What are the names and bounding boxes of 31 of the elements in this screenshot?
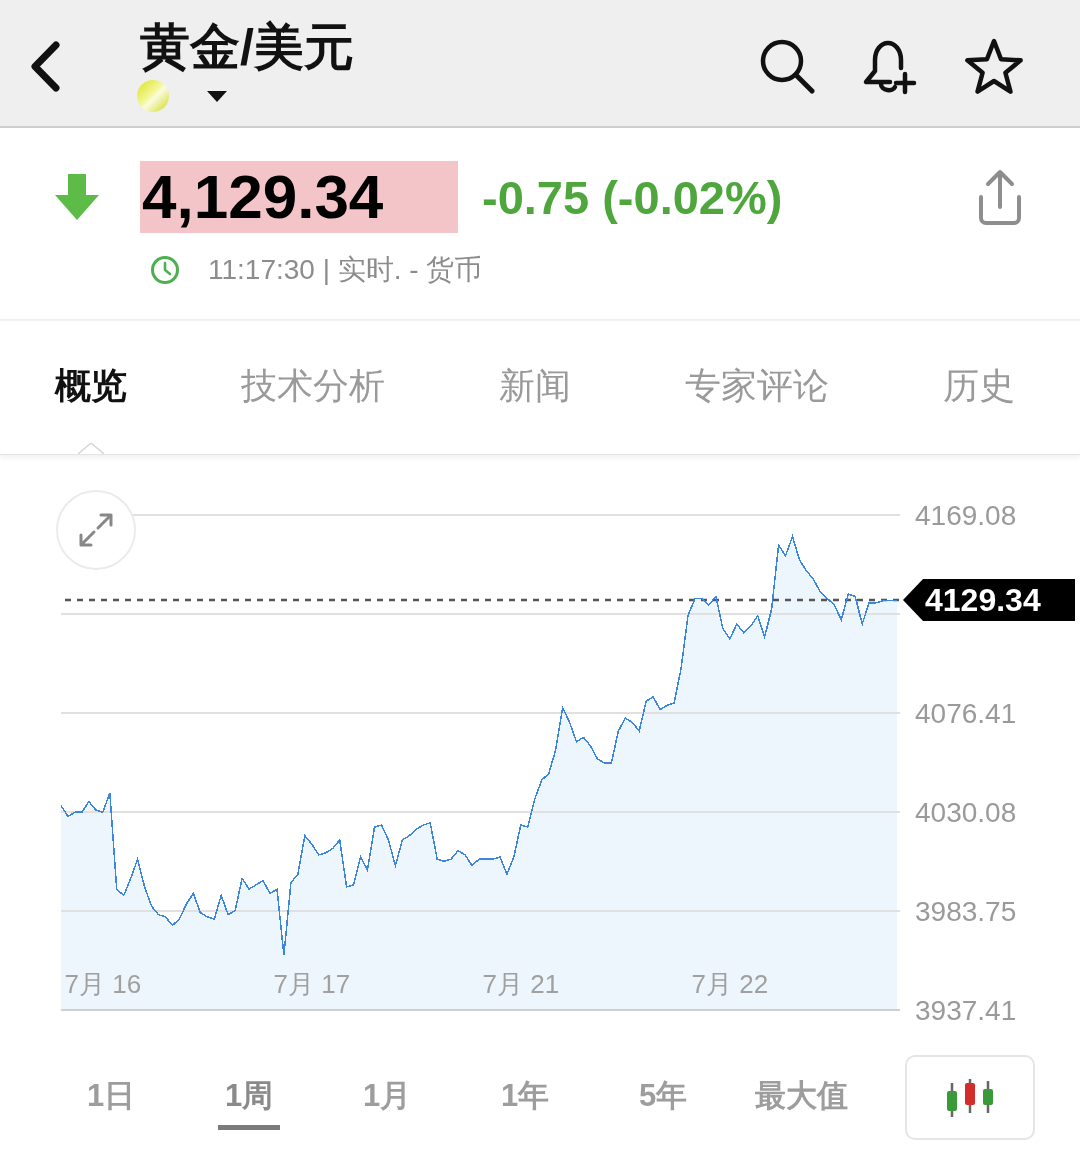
- tab[interactable]: 技术分析: [241, 321, 385, 454]
- clock-icon: [150, 255, 180, 285]
- favorite-star-button[interactable]: [963, 38, 1025, 96]
- range-tab[interactable]: 1日: [79, 1065, 143, 1131]
- chart-type-button[interactable]: [905, 1055, 1035, 1140]
- x-axis-label: 7月 16: [64, 969, 142, 999]
- y-axis-label: 4169.08: [915, 500, 1017, 531]
- y-axis-label: 4076.41: [915, 698, 1017, 729]
- last-price-tag: 4129.34: [903, 578, 1075, 621]
- range-tab[interactable]: 5年: [631, 1065, 695, 1131]
- tab[interactable]: 概览: [55, 321, 127, 454]
- x-axis-label: 7月 17: [273, 969, 351, 999]
- y-axis-label: 3983.75: [915, 896, 1017, 927]
- candlestick-icon[interactable]: [944, 1076, 996, 1119]
- range-tab[interactable]: 最大值: [747, 1065, 855, 1131]
- coin-icon: [137, 80, 169, 112]
- pair-title: 黄金/美元: [140, 22, 354, 72]
- tab[interactable]: 专家评论: [685, 321, 829, 454]
- range-tab[interactable]: 1年: [493, 1065, 557, 1131]
- range-tab[interactable]: 1月: [355, 1065, 419, 1131]
- y-axis-label: 4030.08: [915, 797, 1017, 828]
- quote-time: 11:17:30 | 实时. - 货币: [208, 256, 483, 284]
- range-tab[interactable]: 1周: [217, 1065, 281, 1131]
- price-value: 4,129.34: [140, 161, 458, 233]
- tab[interactable]: 历史: [943, 321, 1015, 454]
- tab[interactable]: 新闻: [499, 321, 571, 454]
- y-axis-label: 3937.41: [915, 995, 1017, 1026]
- x-axis-label: 7月 21: [482, 969, 560, 999]
- dropdown-caret-button[interactable]: [207, 90, 227, 102]
- x-axis-label: 7月 22: [691, 969, 769, 999]
- search-button[interactable]: [759, 38, 815, 94]
